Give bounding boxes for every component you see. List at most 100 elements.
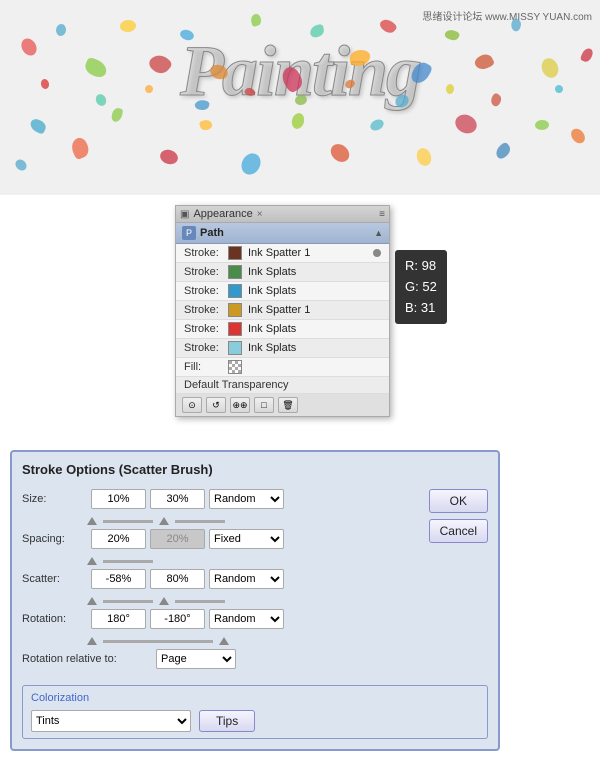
paint-splat [158, 148, 179, 167]
stroke-name: Ink Spatter 1 [248, 247, 310, 259]
rotation-sliders [22, 637, 421, 645]
watermark-text: 思绪设计论坛 www.MISSY YUAN.com [422, 8, 592, 23]
stroke-name: Ink Splats [248, 342, 296, 354]
rotation-select[interactable]: Random [209, 609, 284, 629]
toolbar-btn-1[interactable]: ⊙ [182, 397, 202, 413]
scatter-slider-1[interactable] [103, 600, 153, 603]
scroll-up-icon[interactable]: ▲ [374, 228, 383, 238]
path-label: Path [200, 227, 224, 239]
scatter-input-1[interactable] [91, 569, 146, 589]
stroke-row[interactable]: Stroke: Ink Splats [176, 282, 389, 301]
rotation-rel-select[interactable]: Page [156, 649, 236, 669]
size-slider-left-up[interactable] [87, 517, 97, 525]
stroke-label: Stroke: [184, 323, 222, 335]
size-row: Size: Random [22, 489, 421, 509]
size-slider-2[interactable] [175, 520, 225, 523]
color-g: G: 52 [405, 277, 437, 298]
rotation-row: Rotation: Random [22, 609, 421, 629]
size-slider-1[interactable] [103, 520, 153, 523]
toolbar-btn-2[interactable]: ↺ [206, 397, 226, 413]
tints-select[interactable]: Tints [31, 710, 191, 732]
stroke-color-swatch [228, 246, 242, 260]
size-label: Size: [22, 493, 87, 505]
scatter-input-2[interactable] [150, 569, 205, 589]
paint-splat [94, 92, 108, 107]
stroke-options-title: Stroke Options (Scatter Brush) [22, 462, 488, 477]
paint-splat [568, 126, 587, 146]
stroke-name: Ink Splats [248, 285, 296, 297]
paint-splat [55, 23, 66, 36]
fill-row: Fill: [176, 358, 389, 377]
paint-splat [119, 19, 136, 33]
paint-splat [368, 117, 385, 132]
spacing-slider[interactable] [103, 560, 153, 563]
scatter-slider-left-up[interactable] [87, 597, 97, 605]
panel-toolbar: ⊙ ↺ ⊕⊕ □ 🗑 [176, 394, 389, 416]
stroke-row[interactable]: Stroke:Ink Spatter 1 [176, 301, 389, 320]
color-b: B: 31 [405, 298, 437, 319]
spacing-label: Spacing: [22, 533, 87, 545]
stroke-row[interactable]: Stroke:Ink Splats [176, 320, 389, 339]
rotation-rel-label: Rotation relative to: [22, 653, 152, 665]
scatter-sliders [22, 597, 421, 605]
tips-button[interactable]: Tips [199, 710, 255, 732]
spacing-slider-up[interactable] [87, 557, 97, 565]
color-tooltip: R: 98 G: 52 B: 31 [395, 250, 447, 324]
fill-checker [228, 360, 242, 374]
scatter-select[interactable]: Random [209, 569, 284, 589]
rotation-input-1[interactable] [91, 609, 146, 629]
scatter-slider-right-up[interactable] [159, 597, 169, 605]
buttons-col: OK Cancel [429, 489, 488, 543]
paint-splat [446, 84, 455, 95]
paint-splat [444, 28, 461, 43]
size-slider-right-up[interactable] [159, 517, 169, 525]
paint-splat [69, 136, 92, 161]
spacing-sliders [22, 557, 421, 565]
scatter-row: Scatter: Random [22, 569, 421, 589]
spacing-select[interactable]: Fixed [209, 529, 284, 549]
stroke-color-swatch [228, 303, 242, 317]
canvas-area: 思绪设计论坛 www.MISSY YUAN.com Painting [0, 0, 600, 195]
close-button[interactable]: × [257, 209, 263, 220]
stroke-label: Stroke: [184, 285, 222, 297]
stroke-row[interactable]: Stroke:Ink Splats [176, 339, 389, 358]
paint-splat [327, 140, 353, 165]
size-select[interactable]: Random [209, 489, 284, 509]
stroke-rows-container: Stroke:Ink Spatter 1Stroke:Ink SplatsStr… [176, 244, 389, 358]
path-icon: P [182, 226, 196, 240]
stroke-name: Ink Splats [248, 266, 296, 278]
stroke-label: Stroke: [184, 266, 222, 278]
colorization-title: Colorization [31, 692, 479, 704]
rotation-slider-up[interactable] [87, 637, 97, 645]
size-input-2[interactable] [150, 489, 205, 509]
paint-splat [28, 117, 48, 135]
toolbar-btn-5[interactable]: 🗑 [278, 397, 298, 413]
rotation-label: Rotation: [22, 613, 87, 625]
rotation-input-2[interactable] [150, 609, 205, 629]
paint-splat [144, 84, 154, 94]
stroke-row[interactable]: Stroke:Ink Spatter 1 [176, 244, 389, 263]
panel-title: Appearance [193, 208, 252, 220]
toolbar-btn-4[interactable]: □ [254, 397, 274, 413]
titlebar-left: ▣ Appearance × [180, 208, 263, 220]
appearance-titlebar: ▣ Appearance × ≡ [176, 206, 389, 223]
appearance-panel: ▣ Appearance × ≡ P Path ▲ Stroke:Ink Spa… [175, 205, 390, 417]
colorization-row: Tints Tips [31, 710, 479, 732]
paint-splat [250, 13, 263, 27]
paint-splat [473, 52, 495, 73]
cancel-button[interactable]: Cancel [429, 519, 488, 543]
rotation-slider[interactable] [103, 640, 213, 643]
panel-menu-icon[interactable]: ≡ [379, 209, 385, 220]
toolbar-btn-3[interactable]: ⊕⊕ [230, 397, 250, 413]
paint-splat [580, 47, 595, 64]
scatter-slider-2[interactable] [175, 600, 225, 603]
rotation-slider-right-up[interactable] [219, 637, 229, 645]
size-input-1[interactable] [91, 489, 146, 509]
ok-button[interactable]: OK [429, 489, 488, 513]
paint-splat [554, 84, 564, 94]
scatter-label: Scatter: [22, 573, 87, 585]
paint-splat [452, 111, 480, 137]
rotation-relative-row: Rotation relative to: Page [22, 649, 421, 669]
spacing-input-1[interactable] [91, 529, 146, 549]
stroke-row[interactable]: Stroke: Ink Splats [176, 263, 389, 282]
